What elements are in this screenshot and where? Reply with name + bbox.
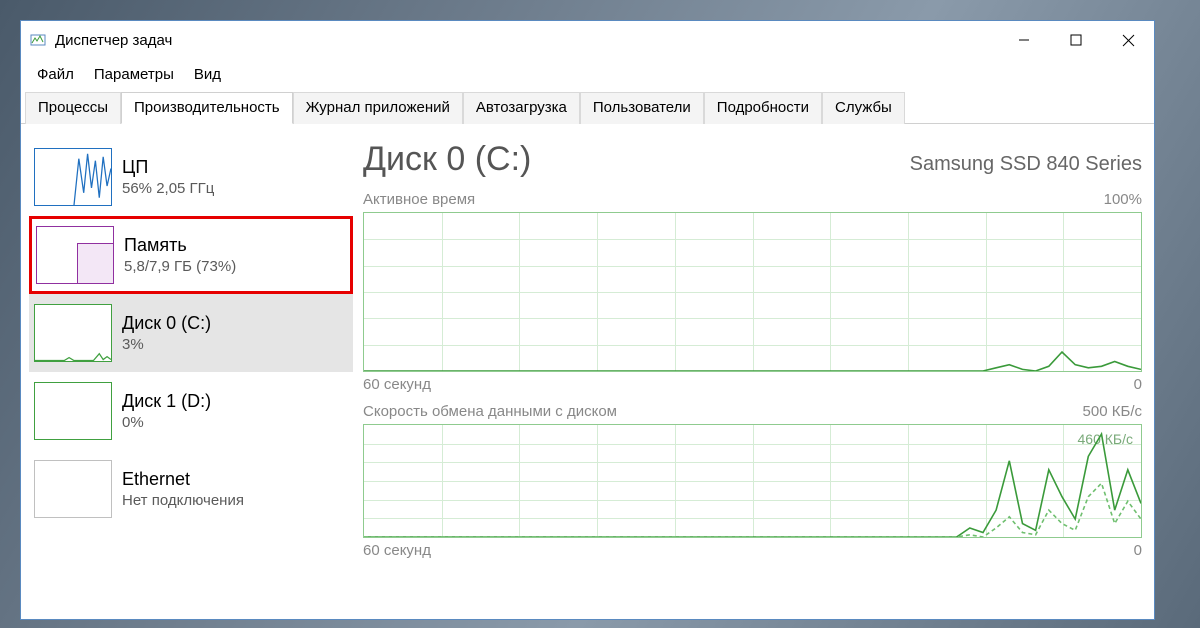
tabbar: Процессы Производительность Журнал прило…: [21, 91, 1154, 124]
menubar: Файл Параметры Вид: [21, 59, 1154, 89]
active-time-chart-block: Активное время 100% 60 секунд 0: [363, 191, 1142, 393]
sidebar-disk1-sub: 0%: [122, 413, 211, 433]
sidebar-cpu-sub: 56% 2,05 ГГц: [122, 179, 214, 199]
sidebar-item-disk0[interactable]: Диск 0 (C:) 3%: [29, 294, 353, 372]
disk1-mini-chart: [34, 382, 112, 440]
sidebar-disk0-sub: 3%: [122, 335, 211, 355]
minimize-button[interactable]: [998, 23, 1050, 57]
sidebar-memory-title: Память: [124, 233, 236, 257]
chart1-xleft: 60 секунд: [363, 376, 431, 393]
menu-view[interactable]: Вид: [184, 64, 231, 85]
chart2-xright: 0: [1134, 542, 1142, 559]
ethernet-mini-chart: [34, 460, 112, 518]
chart2-label: Скорость обмена данными с диском: [363, 403, 617, 420]
cpu-mini-chart: [34, 148, 112, 206]
tab-details[interactable]: Подробности: [704, 92, 822, 124]
task-manager-window: Диспетчер задач Файл Параметры Вид Проце…: [20, 20, 1155, 620]
sidebar-disk0-title: Диск 0 (C:): [122, 311, 211, 335]
tab-performance[interactable]: Производительность: [121, 92, 293, 124]
sidebar-cpu-title: ЦП: [122, 155, 214, 179]
sidebar-item-memory[interactable]: Память 5,8/7,9 ГБ (73%): [29, 216, 353, 294]
chart1-max: 100%: [1104, 191, 1142, 208]
maximize-button[interactable]: [1050, 23, 1102, 57]
chart1-xright: 0: [1134, 376, 1142, 393]
disk0-mini-chart: [34, 304, 112, 362]
chart2-xleft: 60 секунд: [363, 542, 431, 559]
tab-app-history[interactable]: Журнал приложений: [293, 92, 463, 124]
chart2-max: 500 КБ/с: [1083, 403, 1142, 420]
sidebar: ЦП 56% 2,05 ГГц Память 5,8/7,9 ГБ (73%): [21, 124, 353, 619]
titlebar: Диспетчер задач: [21, 21, 1154, 59]
sidebar-item-ethernet[interactable]: Ethernet Нет подключения: [29, 450, 353, 528]
main-panel: Диск 0 (C:) Samsung SSD 840 Series Актив…: [353, 124, 1154, 619]
menu-file[interactable]: Файл: [27, 64, 84, 85]
tab-startup[interactable]: Автозагрузка: [463, 92, 580, 124]
sidebar-item-cpu[interactable]: ЦП 56% 2,05 ГГц: [29, 138, 353, 216]
main-subtitle: Samsung SSD 840 Series: [910, 153, 1142, 176]
tab-processes[interactable]: Процессы: [25, 92, 121, 124]
active-time-chart: [363, 212, 1142, 372]
menu-options[interactable]: Параметры: [84, 64, 184, 85]
main-title: Диск 0 (C:): [363, 140, 531, 179]
transfer-rate-chart-block: Скорость обмена данными с диском 500 КБ/…: [363, 403, 1142, 559]
sidebar-item-disk1[interactable]: Диск 1 (D:) 0%: [29, 372, 353, 450]
window-controls: [998, 23, 1154, 57]
sidebar-disk1-title: Диск 1 (D:): [122, 389, 211, 413]
sidebar-ethernet-title: Ethernet: [122, 467, 244, 491]
memory-mini-chart: [36, 226, 114, 284]
tab-users[interactable]: Пользователи: [580, 92, 704, 124]
content: ЦП 56% 2,05 ГГц Память 5,8/7,9 ГБ (73%): [21, 124, 1154, 619]
window-title: Диспетчер задач: [55, 32, 172, 49]
sidebar-memory-sub: 5,8/7,9 ГБ (73%): [124, 257, 236, 277]
sidebar-ethernet-sub: Нет подключения: [122, 491, 244, 511]
transfer-rate-chart: 460 КБ/с: [363, 424, 1142, 538]
app-icon: [29, 31, 47, 49]
close-button[interactable]: [1102, 23, 1154, 57]
tab-services[interactable]: Службы: [822, 92, 905, 124]
chart1-label: Активное время: [363, 191, 475, 208]
